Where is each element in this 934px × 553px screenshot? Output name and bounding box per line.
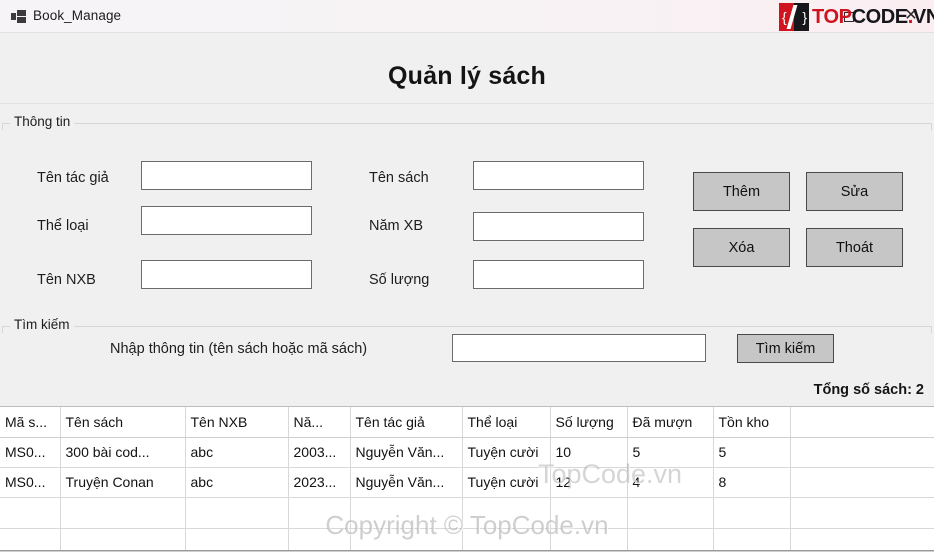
col-header-so-luong[interactable]: Số lượng — [550, 407, 628, 438]
cell-ten-nxb[interactable]: abc — [185, 467, 289, 498]
input-nam-xb[interactable] — [473, 212, 644, 241]
cell-da-muon[interactable]: 4 — [627, 467, 714, 498]
table-header-row: Mã s... Tên sách Tên NXB Nă... Tên tác g… — [0, 407, 934, 438]
books-data-grid[interactable]: Mã s... Tên sách Tên NXB Nă... Tên tác g… — [0, 406, 934, 551]
cell-ton-kho[interactable]: 8 — [713, 467, 791, 498]
table-empty-row[interactable] — [0, 528, 934, 550]
edit-button[interactable]: Sửa — [806, 172, 903, 211]
info-groupbox-legend: Thông tin — [10, 114, 75, 129]
book-manage-window: Book_Manage ✕ { } TOPCODE.VN Quản lý sác… — [0, 0, 934, 553]
minimize-button[interactable] — [764, 0, 810, 32]
search-prompt-label: Nhập thông tin (tên sách hoặc mã sách) — [110, 341, 368, 357]
app-squares-icon — [11, 10, 26, 23]
cell-da-muon[interactable]: 5 — [627, 437, 714, 468]
cell-ten-tac-gia[interactable]: Nguyễn Văn... — [350, 437, 463, 468]
header-divider — [0, 103, 934, 104]
table-row[interactable]: MS0... 300 bài cod... abc 2003... Nguyễn… — [0, 437, 934, 468]
label-the-loai: Thể loại — [37, 218, 89, 234]
label-ten-sach: Tên sách — [369, 170, 429, 186]
close-icon: ✕ — [904, 7, 918, 24]
page-title: Quản lý sách — [387, 62, 546, 90]
input-ten-nxb[interactable] — [141, 260, 312, 289]
maximize-icon — [844, 11, 854, 22]
minimize-icon — [781, 16, 793, 18]
label-nam-xb: Năm XB — [369, 218, 423, 234]
input-ten-tac-gia[interactable] — [141, 161, 312, 190]
add-button[interactable]: Thêm — [693, 172, 790, 211]
table-empty-row[interactable] — [0, 497, 934, 529]
col-header-ma-sach[interactable]: Mã s... — [0, 407, 61, 438]
col-header-ten-tac-gia[interactable]: Tên tác giả — [350, 407, 463, 438]
input-ten-sach[interactable] — [473, 161, 644, 190]
cell-nam-xb[interactable]: 2023... — [288, 467, 351, 498]
col-header-the-loai[interactable]: Thể loại — [462, 407, 551, 438]
col-header-ten-sach[interactable]: Tên sách — [60, 407, 186, 438]
total-books-label: Tổng số sách: 2 — [813, 382, 924, 398]
search-groupbox-legend: Tìm kiếm — [10, 317, 74, 332]
cell-so-luong[interactable]: 12 — [550, 467, 628, 498]
window-title: Book_Manage — [33, 8, 122, 23]
col-header-filler — [790, 407, 934, 438]
cell-the-loai[interactable]: Tuyện cười — [462, 467, 551, 498]
cell-nam-xb[interactable]: 2003... — [288, 437, 351, 468]
exit-button[interactable]: Thoát — [806, 228, 903, 267]
cell-filler — [790, 467, 934, 498]
table-row[interactable]: MS0... Truyện Conan abc 2023... Nguyễn V… — [0, 467, 934, 498]
cell-filler — [790, 437, 934, 468]
cell-ten-sach[interactable]: Truyện Conan — [60, 467, 186, 498]
delete-button[interactable]: Xóa — [693, 228, 790, 267]
cell-ma-sach[interactable]: MS0... — [0, 467, 61, 498]
cell-ten-tac-gia[interactable]: Nguyễn Văn... — [350, 467, 463, 498]
cell-the-loai[interactable]: Tuyện cười — [462, 437, 551, 468]
col-header-da-muon[interactable]: Đã mượn — [627, 407, 714, 438]
search-button[interactable]: Tìm kiếm — [737, 334, 834, 363]
input-so-luong[interactable] — [473, 260, 644, 289]
books-table: Mã s... Tên sách Tên NXB Nă... Tên tác g… — [0, 407, 934, 550]
search-input[interactable] — [452, 334, 706, 362]
col-header-ten-nxb[interactable]: Tên NXB — [185, 407, 289, 438]
cell-ten-sach[interactable]: 300 bài cod... — [60, 437, 186, 468]
input-the-loai[interactable] — [141, 206, 312, 235]
label-so-luong: Số lượng — [369, 272, 430, 288]
cell-ma-sach[interactable]: MS0... — [0, 437, 61, 468]
close-button[interactable]: ✕ — [888, 0, 934, 32]
label-ten-nxb: Tên NXB — [37, 272, 96, 288]
title-bar: Book_Manage ✕ { } TOPCODE.VN — [0, 0, 934, 33]
cell-so-luong[interactable]: 10 — [550, 437, 628, 468]
maximize-button[interactable] — [826, 0, 872, 32]
label-ten-tac-gia: Tên tác giả — [37, 170, 109, 186]
col-header-nam-xb[interactable]: Nă... — [288, 407, 351, 438]
col-header-ton-kho[interactable]: Tồn kho — [713, 407, 791, 438]
cell-ten-nxb[interactable]: abc — [185, 437, 289, 468]
cell-ton-kho[interactable]: 5 — [713, 437, 791, 468]
